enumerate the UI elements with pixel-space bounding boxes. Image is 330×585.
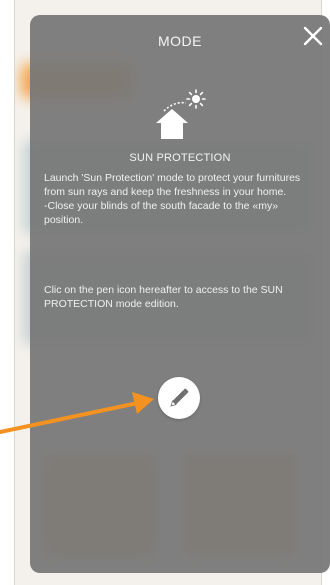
sun-house-icon: [152, 89, 208, 141]
section-title: SUN PROTECTION: [129, 152, 231, 164]
edit-instruction: Clic on the pen icon hereafter to access…: [44, 284, 283, 310]
close-icon: [303, 26, 323, 46]
mode-modal: MODE SUN PROTECTION Launch 'Sun Protecti…: [30, 15, 330, 573]
close-button[interactable]: [300, 23, 326, 49]
mode-description: Launch 'Sun Protection' mode to protect …: [44, 172, 301, 226]
pen-icon: [170, 388, 189, 407]
edit-mode-button[interactable]: [158, 377, 200, 419]
modal-title: MODE: [158, 33, 202, 49]
